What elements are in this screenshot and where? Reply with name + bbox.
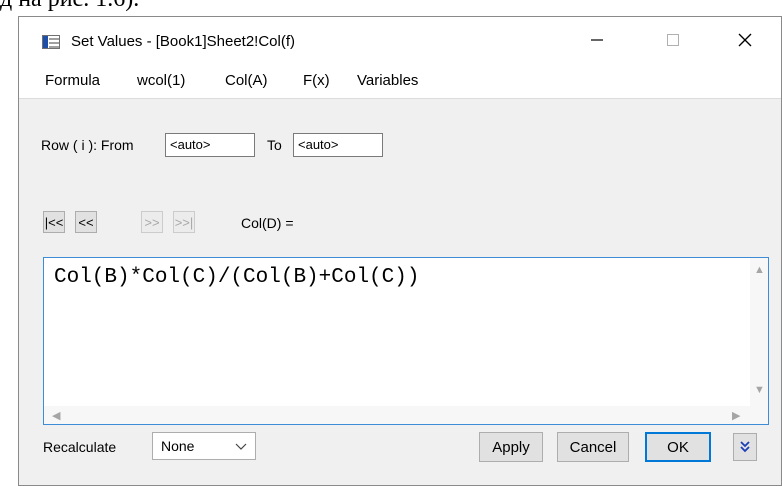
scroll-left-icon[interactable]: ◀	[52, 409, 60, 422]
close-icon	[738, 33, 752, 47]
menu-variables[interactable]: Variables	[357, 72, 418, 89]
last-column-button[interactable]: >>|	[173, 211, 195, 233]
apply-button[interactable]: Apply	[479, 432, 543, 462]
cancel-button[interactable]: Cancel	[557, 432, 629, 462]
previous-column-button[interactable]: <<	[75, 211, 97, 233]
target-column-label: Col(D) =	[241, 215, 294, 231]
recalculate-select[interactable]: None	[152, 432, 256, 460]
menu-fx[interactable]: F(x)	[303, 72, 330, 89]
row-to-label: To	[267, 137, 282, 153]
minimize-icon	[591, 39, 603, 41]
scroll-down-icon[interactable]: ▼	[754, 384, 765, 396]
scroll-right-icon[interactable]: ▶	[732, 409, 740, 422]
menu-wcol[interactable]: wcol(1)	[137, 72, 185, 89]
background-document-text: д на рис. 1.6).	[0, 0, 139, 13]
recalculate-value: None	[161, 438, 195, 454]
chevron-down-icon	[235, 443, 247, 450]
formula-text[interactable]: Col(B)*Col(C)/(Col(B)+Col(C))	[54, 266, 419, 289]
row-to-input[interactable]: <auto>	[293, 133, 383, 157]
row-from-input[interactable]: <auto>	[165, 133, 255, 157]
menu-col-a[interactable]: Col(A)	[225, 72, 268, 89]
close-button[interactable]	[723, 23, 767, 57]
next-column-button[interactable]: >>	[141, 211, 163, 233]
row-range-label: Row ( i ): From	[41, 137, 134, 153]
double-chevron-down-icon	[740, 441, 750, 453]
horizontal-scrollbar[interactable]: ◀ ▶	[44, 406, 768, 424]
title-bar[interactable]: Set Values - [Book1]Sheet2!Col(f)	[19, 17, 781, 63]
ok-button[interactable]: OK	[645, 432, 711, 462]
vertical-scrollbar[interactable]: ▲ ▼	[750, 258, 768, 406]
first-column-button[interactable]: |<<	[43, 211, 65, 233]
app-icon	[42, 35, 60, 49]
window-title: Set Values - [Book1]Sheet2!Col(f)	[71, 33, 296, 50]
set-values-dialog: Set Values - [Book1]Sheet2!Col(f) Formul…	[18, 16, 782, 486]
expand-button[interactable]	[733, 433, 757, 461]
menu-formula[interactable]: Formula	[45, 72, 100, 89]
maximize-icon	[667, 34, 679, 46]
menu-bar: Formula wcol(1) Col(A) F(x) Variables	[19, 63, 781, 99]
minimize-button[interactable]	[575, 23, 619, 57]
recalculate-label: Recalculate	[43, 439, 117, 455]
maximize-button[interactable]	[651, 23, 695, 57]
formula-editor[interactable]: Col(B)*Col(C)/(Col(B)+Col(C)) ▲ ▼ ◀ ▶	[43, 257, 769, 425]
scroll-up-icon[interactable]: ▲	[754, 264, 765, 276]
